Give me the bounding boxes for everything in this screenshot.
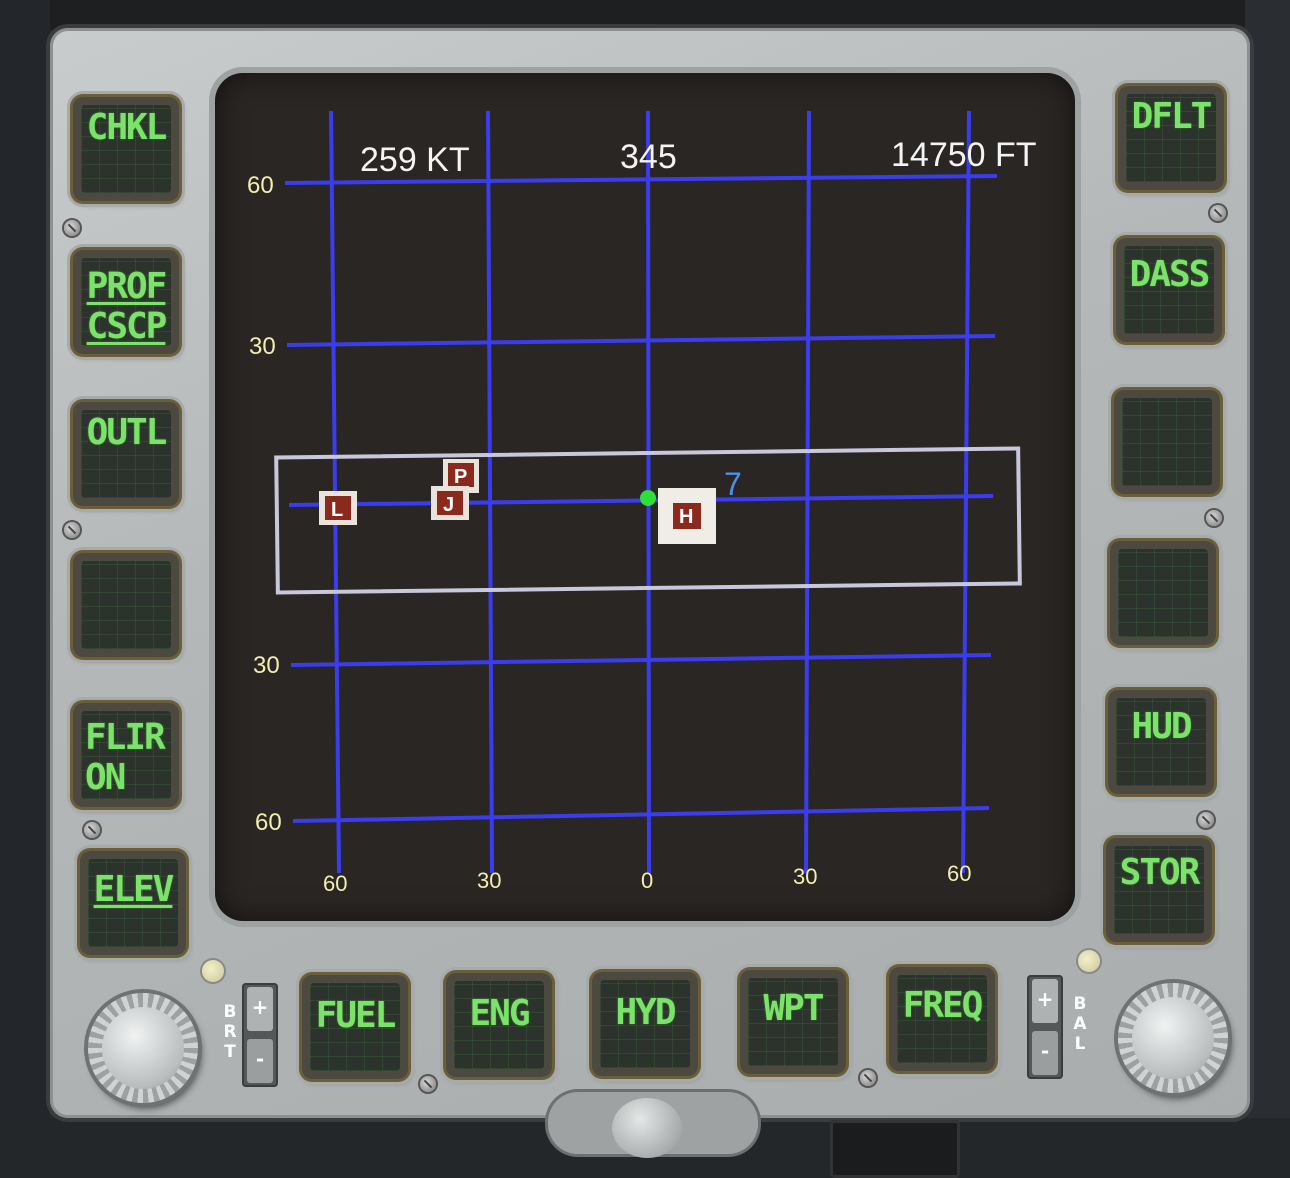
x-scale-label: 60 xyxy=(323,871,347,896)
osb-hud-button[interactable]: HUD xyxy=(1108,690,1214,794)
connector-slot xyxy=(830,1120,960,1178)
x-scale-label: 0 xyxy=(641,868,653,893)
osb-right-3-button[interactable] xyxy=(1114,390,1220,494)
osb-label: PROF xyxy=(86,266,168,307)
osb-dass-button[interactable]: DASS xyxy=(1116,238,1222,342)
screw-icon xyxy=(420,1076,436,1092)
marker-J[interactable]: J xyxy=(431,486,469,520)
osb-label: STOR xyxy=(1119,852,1201,893)
cockpit-frame-left xyxy=(0,0,50,1178)
screw-icon xyxy=(1210,205,1226,221)
balance-knob[interactable] xyxy=(1118,983,1228,1093)
osb-label: ENG xyxy=(469,993,530,1034)
brightness-decrease[interactable]: - xyxy=(247,1039,273,1083)
osb-label: HYD xyxy=(615,992,676,1033)
mfd-screen: 259 KT 345 14750 FT 60 30 30 60 60 30 0 … xyxy=(215,73,1075,921)
balance-rocker[interactable]: + - xyxy=(1027,975,1063,1079)
ambient-light-sensor xyxy=(1078,950,1100,972)
osb-label: CSCP xyxy=(86,306,168,347)
osb-label: ON xyxy=(85,757,126,798)
osb-hyd-button[interactable]: HYD xyxy=(592,972,698,1076)
osb-label: DASS xyxy=(1129,254,1211,295)
altitude-readout: 14750 FT xyxy=(891,136,1037,174)
balance-decrease[interactable]: - xyxy=(1032,1031,1058,1075)
grid-line-vertical xyxy=(486,110,494,874)
osb-dflt-button[interactable]: DFLT xyxy=(1118,86,1224,190)
screw-icon xyxy=(1206,510,1222,526)
osb-right-4-button[interactable] xyxy=(1110,541,1216,645)
own-ship-marker xyxy=(640,490,656,506)
svg-text:L: L xyxy=(331,499,343,521)
osb-stor-button[interactable]: STOR xyxy=(1106,838,1212,942)
bottom-mount-knob xyxy=(612,1098,682,1158)
track-number: 7 xyxy=(724,466,742,502)
osb-label: WPT xyxy=(763,988,824,1029)
balance-label: BAL xyxy=(1070,994,1090,1054)
osb-freq-button[interactable]: FREQ xyxy=(889,967,995,1071)
x-scale-label: 60 xyxy=(947,861,971,886)
brightness-label: BRT xyxy=(220,1002,240,1062)
osb-outl-button[interactable]: OUTL xyxy=(73,402,179,506)
airspeed-readout: 259 KT xyxy=(360,141,470,179)
cockpit-frame-right xyxy=(1245,0,1290,1178)
grid-line-horizontal xyxy=(286,334,996,347)
osb-chkl-button[interactable]: CHKL xyxy=(73,97,179,201)
y-scale-label: 30 xyxy=(253,652,280,679)
marker-H[interactable]: H xyxy=(658,488,716,544)
osb-label: FREQ xyxy=(902,985,984,1026)
brightness-knob[interactable] xyxy=(88,993,198,1103)
heading-readout: 345 xyxy=(620,138,677,176)
svg-text:J: J xyxy=(443,494,454,516)
osb-elev-button[interactable]: ELEV xyxy=(80,851,186,955)
osb-label: OUTL xyxy=(86,412,168,453)
y-scale-label: 30 xyxy=(249,333,276,360)
balance-increase[interactable]: + xyxy=(1032,979,1058,1023)
x-scale-label: 30 xyxy=(793,864,817,889)
y-scale-label: 60 xyxy=(255,809,282,836)
screw-icon xyxy=(84,822,100,838)
brightness-rocker[interactable]: + - xyxy=(242,983,278,1087)
svg-text:P: P xyxy=(454,466,467,488)
osb-wpt-button[interactable]: WPT xyxy=(740,970,846,1074)
osb-eng-button[interactable]: ENG xyxy=(446,973,552,1077)
ambient-light-sensor xyxy=(202,960,224,982)
osb-prof-cscp-button[interactable]: PROF CSCP xyxy=(73,250,179,354)
osb-fuel-button[interactable]: FUEL xyxy=(302,975,408,1079)
osb-label: FUEL xyxy=(315,995,397,1036)
screw-icon xyxy=(64,522,80,538)
screw-icon xyxy=(1198,812,1214,828)
svg-text:H: H xyxy=(679,506,693,528)
osb-label: DFLT xyxy=(1131,96,1213,137)
osb-label: FLIR xyxy=(85,717,166,758)
osb-label: HUD xyxy=(1131,706,1192,747)
grid-line-vertical xyxy=(804,110,811,874)
screw-icon xyxy=(64,220,80,236)
osb-label: ELEV xyxy=(93,869,175,910)
grid-line-horizontal xyxy=(290,653,992,667)
grid-line-vertical xyxy=(961,110,971,874)
cockpit-frame-top xyxy=(0,0,1290,30)
y-scale-label: 60 xyxy=(247,172,274,199)
osb-label: CHKL xyxy=(86,107,168,148)
grid-line-horizontal xyxy=(292,806,990,823)
marker-L[interactable]: L xyxy=(319,491,357,525)
osb-left-4-button[interactable] xyxy=(73,553,179,657)
osb-flir-on-button[interactable]: FLIR ON xyxy=(73,703,179,807)
brightness-increase[interactable]: + xyxy=(247,987,273,1031)
screw-icon xyxy=(860,1070,876,1086)
tactical-display: 259 KT 345 14750 FT 60 30 30 60 60 30 0 … xyxy=(247,110,1037,896)
x-scale-label: 30 xyxy=(477,868,501,893)
